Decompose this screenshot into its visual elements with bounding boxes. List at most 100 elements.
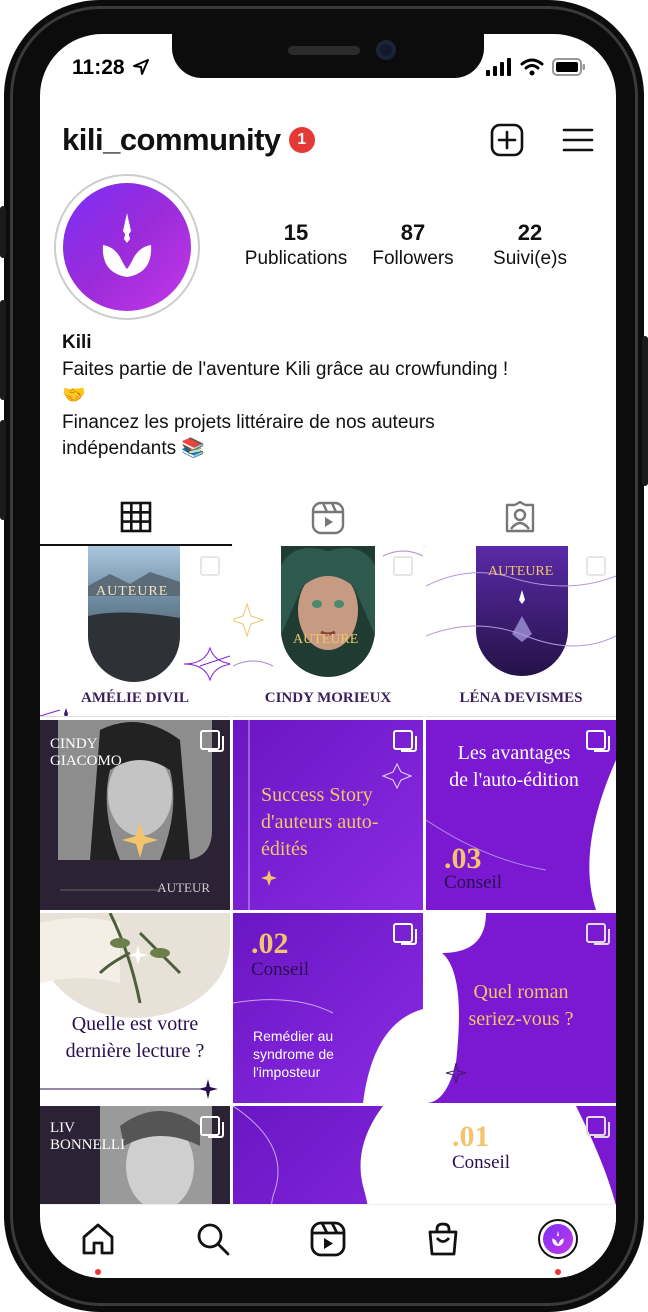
carousel-icon bbox=[393, 556, 417, 578]
cellular-signal-icon bbox=[486, 58, 511, 76]
post-cindy-morieux[interactable]: AUTEURE CINDY MORIEUX bbox=[233, 546, 423, 717]
profile-avatar[interactable] bbox=[54, 174, 200, 320]
post-cindy-giacomo[interactable]: CINDY GIACOMO AUTEUR bbox=[40, 720, 230, 910]
name-line: CINDY bbox=[50, 736, 98, 752]
menu-icon[interactable] bbox=[562, 127, 594, 153]
title-line: Quelle est votre bbox=[71, 1013, 199, 1035]
grid-icon bbox=[120, 501, 152, 533]
post-title: Success Story d'auteurs auto-édités bbox=[261, 784, 379, 860]
tip-number: .02 bbox=[251, 927, 289, 960]
text-line: Remédier au bbox=[253, 1028, 334, 1044]
volume-up-button bbox=[0, 300, 6, 400]
location-arrow-icon bbox=[133, 59, 150, 75]
tip-number: .01 bbox=[452, 1120, 490, 1153]
search-icon bbox=[197, 1223, 230, 1256]
text-line: l'imposteur bbox=[253, 1064, 321, 1080]
title-line: de l'auto-édition bbox=[449, 769, 579, 791]
title-line: Quel roman bbox=[473, 981, 569, 1003]
post-title: Les avantages de l'auto-édition bbox=[426, 740, 602, 794]
bottom-navigation bbox=[40, 1204, 616, 1278]
phone-frame: 11:28 kili_community 1 15 Publications 8… bbox=[0, 0, 648, 1312]
stat-following[interactable]: 22 Suivi(e)s bbox=[472, 220, 588, 270]
handshake-emoji: 🤝 bbox=[62, 385, 86, 406]
status-icons bbox=[486, 58, 586, 76]
tip-label: Conseil bbox=[251, 959, 310, 980]
nav-home[interactable] bbox=[78, 1219, 118, 1275]
post-text: Remédier au syndrome de l'imposteur bbox=[253, 1027, 334, 1081]
carousel-icon bbox=[586, 923, 610, 945]
post-overlay: AUTEUR bbox=[157, 880, 210, 895]
notification-badge: 1 bbox=[288, 127, 315, 153]
nav-search[interactable] bbox=[193, 1219, 233, 1259]
post-title: Quelle est votre dernière lecture ? bbox=[40, 1011, 230, 1065]
post-amelie-divil[interactable]: AUTEURE AMÉLIE DIVIL bbox=[40, 546, 230, 717]
notch bbox=[172, 34, 484, 78]
post-title: Quel roman seriez-vous ? bbox=[426, 979, 616, 1033]
title-line: Les avantages bbox=[457, 742, 571, 764]
carousel-icon bbox=[586, 556, 610, 578]
post-lena-devismes[interactable]: AUTEURE LÉNA DEVISMES bbox=[426, 546, 616, 717]
kili-logo bbox=[543, 1224, 574, 1254]
wifi-icon bbox=[520, 58, 544, 76]
tip-number: .03 bbox=[444, 842, 482, 875]
shop-icon bbox=[428, 1222, 458, 1256]
reels-icon bbox=[311, 501, 345, 535]
stat-value: 15 bbox=[283, 220, 309, 245]
battery-icon bbox=[552, 58, 585, 76]
tagged-icon bbox=[505, 501, 535, 533]
post-quel-roman[interactable]: Quel roman seriez-vous ? bbox=[426, 913, 616, 1103]
screen: 11:28 kili_community 1 15 Publications 8… bbox=[40, 34, 616, 1278]
post-avantages-auto-edition[interactable]: Les avantages de l'auto-édition .03 Cons… bbox=[426, 720, 616, 910]
profile-stats: 15 Publications 87 Followers 22 Suivi(e)… bbox=[238, 220, 588, 270]
speaker bbox=[288, 46, 360, 55]
stat-label: Followers bbox=[372, 248, 454, 269]
profile-name: Kili bbox=[62, 332, 92, 353]
text-line: syndrome de bbox=[253, 1046, 334, 1062]
activity-dot bbox=[555, 1269, 562, 1275]
nav-profile[interactable] bbox=[538, 1219, 579, 1275]
username[interactable]: kili_community bbox=[62, 122, 281, 158]
carousel-icon bbox=[586, 730, 610, 752]
kili-logo-icon bbox=[102, 213, 152, 277]
bio-line: Faites partie de l'aventure Kili grâce a… bbox=[62, 358, 509, 380]
tab-tagged[interactable] bbox=[424, 490, 616, 546]
profile-avatar-small bbox=[538, 1219, 579, 1259]
post-overlay: AUTEURE bbox=[488, 564, 554, 579]
mute-switch bbox=[0, 206, 6, 258]
volume-down-button bbox=[0, 420, 6, 520]
tab-grid[interactable] bbox=[40, 490, 232, 546]
bio-line: Financez les projets littéraire de nos a… bbox=[62, 411, 435, 433]
nav-shop[interactable] bbox=[423, 1219, 463, 1259]
name-line: LIV bbox=[50, 1120, 75, 1136]
camera bbox=[376, 40, 396, 60]
activity-dot bbox=[94, 1269, 101, 1275]
post-overlay: AUTEURE bbox=[293, 632, 359, 647]
carousel-icon bbox=[586, 1116, 610, 1138]
power-button bbox=[642, 336, 648, 486]
bio-line: indépendants bbox=[62, 438, 177, 459]
kili-logo-icon bbox=[552, 1230, 565, 1247]
carousel-icon bbox=[393, 730, 417, 752]
create-post-icon[interactable] bbox=[490, 123, 524, 157]
author-name: LIV BONNELLI bbox=[50, 1120, 125, 1154]
post-syndrome-imposteur[interactable]: .02 Conseil Remédier au syndrome de l'im… bbox=[233, 913, 423, 1103]
title-line: dernière lecture ? bbox=[65, 1040, 205, 1062]
nav-reels[interactable] bbox=[308, 1219, 348, 1259]
posts-grid: AUTEURE AMÉLIE DIVIL AUTEURE CINDY MORIE… bbox=[40, 546, 616, 1278]
tip-label: Conseil bbox=[444, 872, 503, 893]
post-caption: CINDY MORIEUX bbox=[264, 690, 392, 706]
carousel-icon bbox=[393, 923, 417, 945]
kili-logo bbox=[63, 183, 191, 311]
post-success-story[interactable]: Success Story d'auteurs auto-édités bbox=[233, 720, 423, 910]
post-derniere-lecture[interactable]: Quelle est votre dernière lecture ? bbox=[40, 913, 230, 1103]
stat-publications[interactable]: 15 Publications bbox=[238, 220, 354, 270]
carousel-icon bbox=[200, 730, 224, 752]
stat-followers[interactable]: 87 Followers bbox=[355, 220, 471, 270]
author-name: CINDY GIACOMO bbox=[50, 736, 122, 770]
name-line: GIACOMO bbox=[50, 753, 122, 769]
post-caption: LÉNA DEVISMES bbox=[459, 690, 583, 706]
tab-reels[interactable] bbox=[232, 490, 424, 546]
book-photo bbox=[40, 913, 230, 1099]
status-time: 11:28 bbox=[72, 56, 150, 80]
stat-value: 87 bbox=[400, 220, 426, 245]
